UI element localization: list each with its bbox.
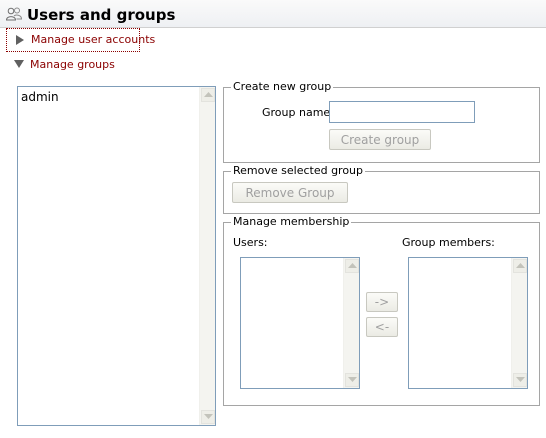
page-title: Users and groups [27, 6, 176, 24]
manage-user-accounts-label: Manage user accounts [31, 33, 156, 46]
manage-user-accounts-link[interactable]: Manage user accounts [6, 28, 155, 52]
chevron-down-icon [204, 414, 213, 419]
users-label: Users: [233, 236, 268, 249]
group-name-input[interactable] [329, 101, 475, 123]
triangle-right-icon [16, 35, 24, 45]
group-name-label: Group name: [262, 106, 334, 119]
scroll-down-button[interactable] [345, 373, 359, 387]
create-group-button[interactable]: Create group [329, 129, 431, 150]
header-bar: Users and groups [0, 0, 546, 28]
group-members-list-scrollbar[interactable] [511, 258, 527, 388]
groups-list-scrollbar[interactable] [199, 87, 215, 425]
manage-groups-link[interactable]: Manage groups [6, 54, 140, 76]
manage-membership-legend: Manage membership [231, 215, 352, 228]
scroll-down-button[interactable] [513, 373, 527, 387]
chevron-down-icon [348, 377, 357, 382]
remove-member-button[interactable]: <- [366, 317, 398, 337]
group-members-label: Group members: [402, 236, 495, 249]
scroll-up-button[interactable] [201, 88, 215, 102]
add-member-button[interactable]: -> [366, 292, 398, 312]
chevron-up-icon [516, 263, 525, 268]
remove-group-legend: Remove selected group [231, 164, 366, 177]
users-list-scrollbar[interactable] [343, 258, 359, 388]
chevron-up-icon [348, 263, 357, 268]
manage-groups-label: Manage groups [30, 58, 115, 71]
remove-group-button[interactable]: Remove Group [232, 182, 348, 203]
create-group-legend: Create new group [231, 80, 334, 93]
group-members-list[interactable] [408, 257, 528, 389]
chevron-down-icon [516, 377, 525, 382]
chevron-up-icon [204, 92, 213, 97]
remove-group-box: Remove selected group Remove Group [223, 164, 540, 214]
scroll-up-button[interactable] [345, 259, 359, 273]
scroll-up-button[interactable] [513, 259, 527, 273]
scroll-down-button[interactable] [201, 410, 215, 424]
users-icon [5, 7, 23, 21]
create-group-box: Create new group Group name: Create grou… [223, 80, 540, 163]
groups-list[interactable]: admin [17, 86, 216, 426]
list-item[interactable]: admin [21, 90, 59, 104]
users-list[interactable] [240, 257, 360, 389]
triangle-down-icon [14, 60, 24, 68]
manage-membership-box: Manage membership Users: Group members: … [223, 215, 540, 406]
